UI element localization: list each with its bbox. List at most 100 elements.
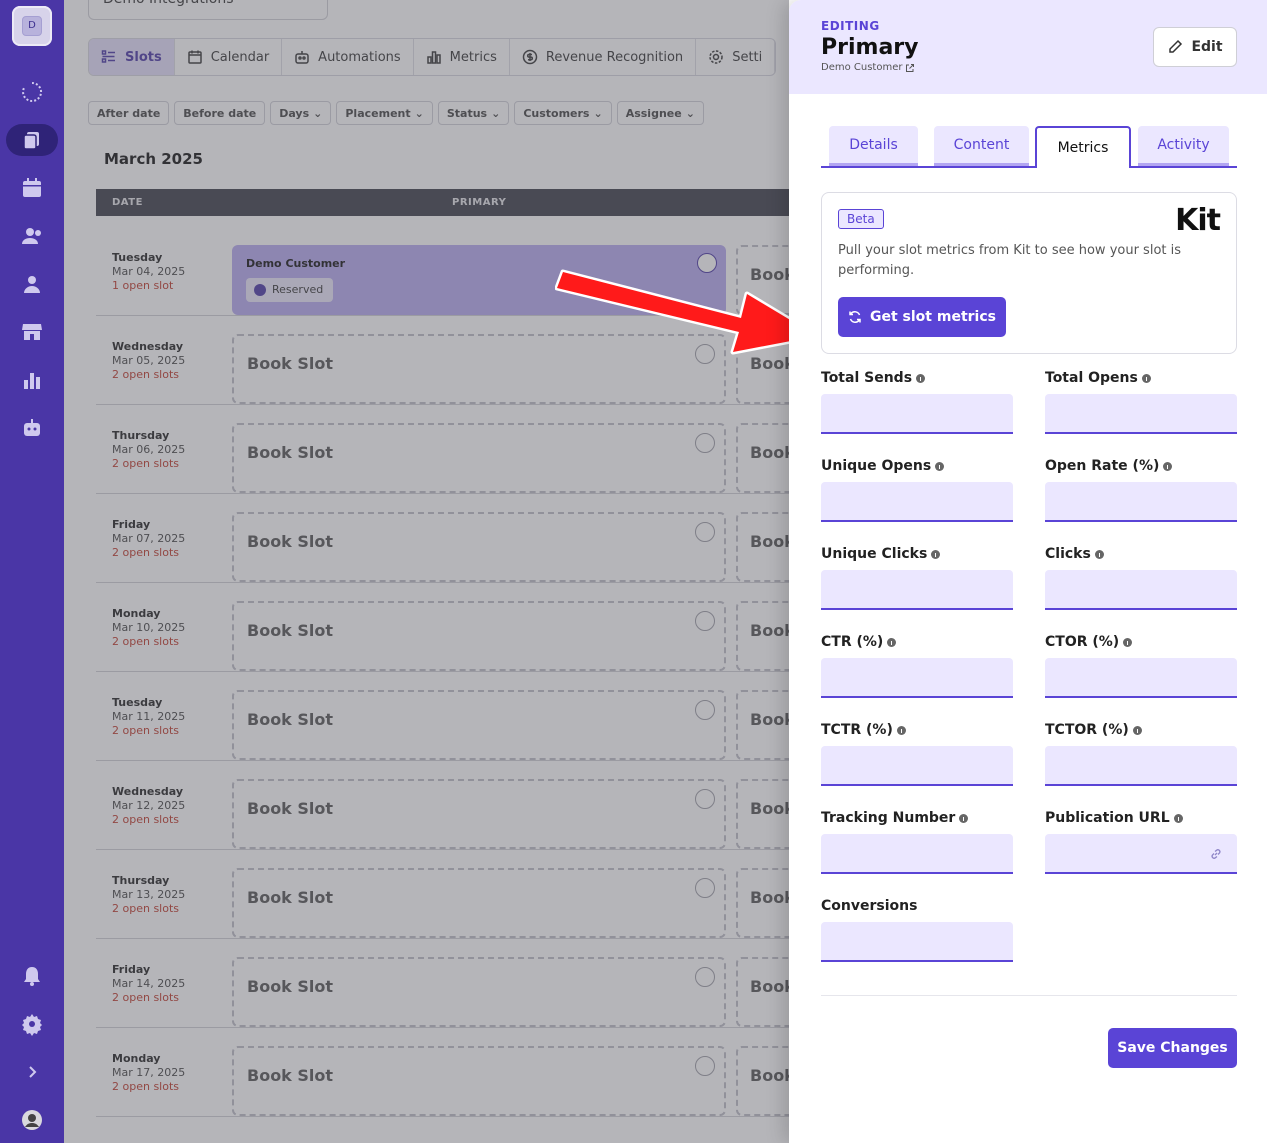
calendar-icon[interactable]: [20, 176, 44, 200]
info-icon[interactable]: [931, 549, 941, 559]
select-circle[interactable]: [695, 878, 715, 898]
tab-slots[interactable]: Slots: [89, 39, 175, 75]
book-slot-card[interactable]: Book Slot: [232, 868, 726, 938]
select-circle[interactable]: [695, 789, 715, 809]
avatar-icon[interactable]: [20, 1108, 44, 1132]
book-slot-label: Book Slot: [247, 888, 334, 907]
filter-after-date[interactable]: After date: [88, 101, 170, 125]
row-open-slots: 2 open slots: [112, 635, 180, 648]
book-slot-card[interactable]: Book Slot: [232, 512, 726, 582]
info-icon[interactable]: [1163, 461, 1173, 471]
book-slot-label: Book Slot: [247, 710, 334, 729]
info-icon[interactable]: [1173, 813, 1183, 823]
row-day: Wednesday: [112, 340, 184, 353]
slots-icon[interactable]: [20, 128, 44, 152]
filter-assignee[interactable]: Assignee ⌄: [616, 101, 704, 125]
link-icon: [1211, 849, 1221, 859]
book-slot-card[interactable]: Book Slot: [232, 690, 726, 760]
book-slot-card[interactable]: Book Slot: [232, 957, 726, 1027]
tctr-input[interactable]: [821, 746, 1013, 786]
metrics-icon[interactable]: [20, 368, 44, 392]
filter-customers[interactable]: Customers ⌄: [514, 101, 612, 125]
tracking-number-input[interactable]: [821, 834, 1013, 874]
filter-status[interactable]: Status ⌄: [437, 101, 510, 125]
customers-icon[interactable]: [20, 224, 44, 248]
info-icon[interactable]: [1141, 373, 1151, 383]
tab-revenue-recognition[interactable]: Revenue Recognition: [510, 39, 697, 75]
conversions-input[interactable]: [821, 922, 1013, 962]
integration-select[interactable]: Demo Integrations: [88, 0, 328, 20]
select-circle[interactable]: [695, 611, 715, 631]
unique-opens-input[interactable]: [821, 482, 1013, 522]
ctr-input[interactable]: [821, 658, 1013, 698]
expand-icon[interactable]: [20, 1060, 44, 1084]
unique-clicks-input[interactable]: [821, 570, 1013, 610]
select-circle[interactable]: [695, 1056, 715, 1076]
book-slot-card[interactable]: Book Slot: [232, 601, 726, 671]
panel-tabs: Details Content Metrics Activity: [821, 126, 1237, 168]
tab-details[interactable]: Details: [829, 126, 918, 166]
select-circle[interactable]: [695, 433, 715, 453]
select-circle[interactable]: [695, 967, 715, 987]
panel-mode: EDITING: [821, 19, 880, 33]
chevron-down-icon: ⌄: [593, 106, 603, 120]
get-slot-metrics-button[interactable]: Get slot metrics: [838, 297, 1006, 337]
filter-before-date[interactable]: Before date: [174, 101, 266, 125]
customer-link[interactable]: Demo Customer: [821, 62, 915, 73]
table-row: Monday Mar 10, 2025 2 open slots Book Slot B…: [96, 583, 816, 672]
ctor-input[interactable]: [1045, 658, 1237, 698]
select-circle[interactable]: [695, 344, 715, 364]
tab-metrics[interactable]: Metrics: [1035, 126, 1131, 168]
booked-slot[interactable]: Demo Customer Reserved: [232, 245, 726, 315]
tab-activity[interactable]: Activity: [1138, 126, 1229, 166]
table-row: Friday Mar 14, 2025 2 open slots Book Slot B…: [96, 939, 816, 1028]
select-circle[interactable]: [697, 253, 717, 273]
tctor-input[interactable]: [1045, 746, 1237, 786]
loader-icon[interactable]: [20, 80, 44, 104]
tab-calendar[interactable]: Calendar: [175, 39, 283, 75]
book-slot-card[interactable]: Book Slot: [232, 334, 726, 404]
workspace-letter: D: [22, 16, 42, 36]
pencil-icon: [1169, 39, 1183, 53]
info-icon[interactable]: [1094, 549, 1104, 559]
tab-metrics[interactable]: Metrics: [414, 39, 510, 75]
info-icon[interactable]: [887, 637, 897, 647]
edit-button[interactable]: Edit: [1153, 27, 1237, 67]
bot-icon[interactable]: [20, 416, 44, 440]
info-icon[interactable]: [935, 461, 945, 471]
workspace-logo[interactable]: D: [12, 6, 52, 46]
tab-content[interactable]: Content: [934, 126, 1029, 166]
filter-bar: After date Before date Days ⌄ Placement ⌄ …: [88, 101, 704, 125]
row-day: Thursday: [112, 429, 170, 442]
select-circle[interactable]: [695, 700, 715, 720]
book-slot-card[interactable]: Book Slot: [232, 1046, 726, 1116]
total-sends-input[interactable]: [821, 394, 1013, 434]
users-icon[interactable]: [20, 272, 44, 296]
filter-days[interactable]: Days ⌄: [270, 101, 332, 125]
save-changes-button[interactable]: Save Changes: [1108, 1028, 1237, 1068]
bell-icon[interactable]: [20, 964, 44, 988]
info-icon[interactable]: [1132, 725, 1142, 735]
settings-icon[interactable]: [20, 1012, 44, 1036]
book-slot-card[interactable]: Book Slot: [232, 423, 726, 493]
filter-placement[interactable]: Placement ⌄: [336, 101, 433, 125]
total-opens-label: Total Opens: [1045, 370, 1151, 386]
row-day: Friday: [112, 518, 151, 531]
info-icon[interactable]: [896, 725, 906, 735]
gear-icon: [709, 50, 723, 64]
clicks-input[interactable]: [1045, 570, 1237, 610]
total-sends-label: Total Sends: [821, 370, 926, 386]
open-rate-input[interactable]: [1045, 482, 1237, 522]
tab-automations[interactable]: Automations: [282, 39, 414, 75]
select-circle[interactable]: [695, 522, 715, 542]
tctr-label: TCTR (%): [821, 722, 906, 738]
total-opens-input[interactable]: [1045, 394, 1237, 434]
tab-settings[interactable]: Setti: [696, 39, 776, 75]
book-slot-card[interactable]: Book Slot: [232, 779, 726, 849]
row-open-slots: 2 open slots: [112, 546, 180, 559]
info-icon[interactable]: [916, 373, 926, 383]
info-icon[interactable]: [1123, 637, 1133, 647]
store-icon[interactable]: [20, 320, 44, 344]
info-icon[interactable]: [959, 813, 969, 823]
list-icon: [101, 50, 115, 63]
